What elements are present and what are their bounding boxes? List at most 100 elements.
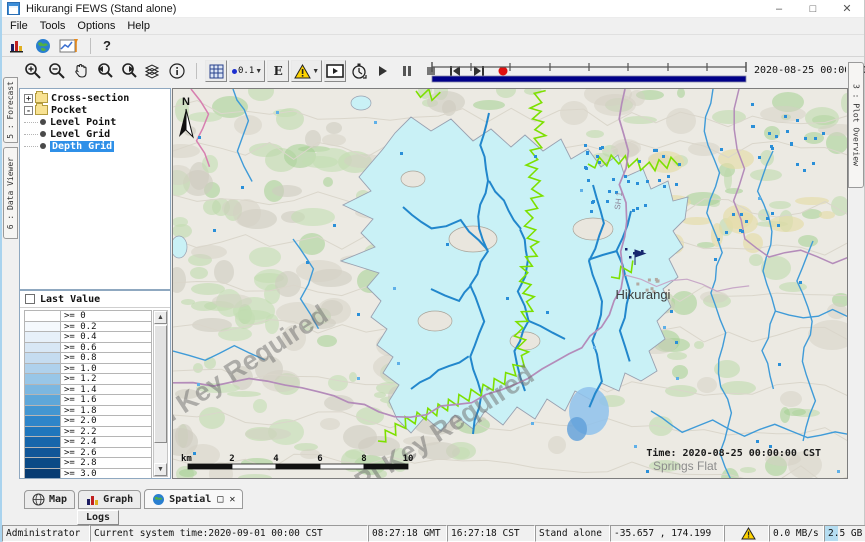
main-toolbar: ? — [2, 35, 864, 57]
legend-swatch — [25, 311, 61, 321]
tree-item-cross-section[interactable]: + Cross-section — [24, 92, 170, 104]
tree-item-label: Level Grid — [50, 129, 110, 140]
zoom-next-icon[interactable] — [118, 60, 140, 82]
legend-row: >= 1.0 — [25, 364, 152, 375]
zoom-previous-icon[interactable] — [94, 60, 116, 82]
menu-options[interactable]: Options — [73, 20, 123, 32]
thresholds-warning-dropdown[interactable]: ▼ — [291, 60, 322, 82]
legend-swatch — [25, 364, 61, 374]
scale-tick: 10 — [403, 454, 414, 464]
classbreak-interval-dropdown[interactable]: 0.1 ▼ — [229, 60, 265, 82]
legend-row: >= 3.0 — [25, 469, 152, 479]
animation-export-button[interactable] — [324, 60, 346, 82]
legend-swatch — [25, 469, 61, 479]
database-viewer-icon[interactable] — [6, 37, 28, 55]
tree-expander-icon[interactable]: + — [24, 94, 33, 103]
legend-scrollbar[interactable]: ▲ ▼ — [153, 310, 168, 477]
bar-chart-icon — [86, 494, 99, 506]
status-system-time: Current system time:2020-09-01 00:00 CST — [90, 525, 368, 542]
legend-table: >= 0>= 0.2>= 0.4>= 0.6>= 0.8>= 1.0>= 1.2… — [24, 310, 152, 478]
tab-plot-overview[interactable]: 3 : Plot Overview — [848, 62, 864, 188]
timer-icon[interactable] — [348, 60, 370, 82]
tab-forecast[interactable]: 5 : Forecast — [3, 77, 18, 143]
legend-swatch — [25, 437, 61, 447]
legend-row: >= 2.6 — [25, 448, 152, 459]
map-view[interactable]: API Key Required API Key Required N Hiku… — [172, 88, 848, 479]
layers-icon[interactable] — [142, 60, 164, 82]
status-memory[interactable]: 2.5 GB — [824, 525, 865, 542]
tree-guide-line — [24, 134, 38, 135]
tab-map[interactable]: Map — [24, 490, 75, 509]
profile-button[interactable]: E — [267, 60, 289, 82]
scroll-up-icon[interactable]: ▲ — [154, 311, 167, 324]
logs-row: Logs — [2, 509, 864, 525]
pan-hand-icon[interactable] — [70, 60, 92, 82]
node-bullet-icon — [40, 131, 46, 137]
legend-row: >= 0.4 — [25, 332, 152, 343]
legend-label: >= 3.0 — [61, 469, 152, 479]
chevron-down-icon: ▼ — [255, 68, 262, 75]
legend-label: >= 2.6 — [61, 448, 152, 458]
window-title: Hikurangi FEWS (Stand alone) — [26, 3, 176, 15]
warning-triangle-icon — [294, 64, 311, 79]
tree-item-label: Cross-section — [51, 93, 129, 104]
legend-row: >= 0 — [25, 311, 152, 322]
globe-explorer-icon[interactable] — [32, 37, 54, 55]
legend-label: >= 1.4 — [61, 385, 152, 395]
scrollbar-thumb[interactable] — [154, 325, 167, 443]
tree-expander-icon[interactable]: - — [24, 106, 33, 115]
menu-help[interactable]: Help — [123, 20, 158, 32]
zoom-in-icon[interactable] — [22, 60, 44, 82]
menu-tools[interactable]: Tools — [36, 20, 74, 32]
legend-swatch — [25, 458, 61, 468]
status-mode: Stand alone — [535, 525, 610, 542]
play-button[interactable] — [372, 60, 394, 82]
last-value-checkbox[interactable] — [25, 294, 35, 304]
legend-row: >= 0.8 — [25, 353, 152, 364]
scroll-down-icon[interactable]: ▼ — [154, 463, 167, 476]
time-slider[interactable] — [430, 61, 748, 84]
minimize-button[interactable]: – — [762, 0, 796, 18]
legend-swatch — [25, 395, 61, 405]
maximize-button[interactable]: □ — [796, 0, 830, 18]
tree-item-pocket[interactable]: -Pocket — [24, 104, 170, 116]
logs-button[interactable]: Logs — [77, 510, 119, 525]
town-label: Hikurangi — [616, 287, 671, 302]
grid-display-button[interactable] — [205, 60, 227, 82]
legend-label: >= 1.6 — [61, 395, 152, 405]
status-warning-icon — [741, 527, 756, 540]
tab-maximize-icon[interactable]: □ — [217, 494, 223, 505]
tree-item-depth-grid[interactable]: Depth Grid — [24, 140, 170, 152]
status-download-rate: 0.0 MB/s — [769, 525, 824, 542]
legend-row: >= 0.6 — [25, 343, 152, 354]
view-tab-bar: Map Graph Spatial □ ✕ — [2, 489, 864, 509]
tab-data-viewer[interactable]: 6 : Data Viewer — [3, 147, 18, 239]
legend-row: >= 2.0 — [25, 416, 152, 427]
legend-label: >= 2.8 — [61, 458, 152, 468]
tab-graph[interactable]: Graph — [78, 490, 141, 509]
tab-spatial[interactable]: Spatial □ ✕ — [144, 489, 243, 509]
tree-item-level-point[interactable]: Level Point — [24, 116, 170, 128]
pause-button[interactable] — [396, 60, 418, 82]
legend-swatch — [25, 374, 61, 384]
globe-wire-icon — [32, 493, 45, 506]
tree-item-level-grid[interactable]: Level Grid — [24, 128, 170, 140]
menu-file[interactable]: File — [6, 20, 36, 32]
help-button[interactable]: ? — [97, 38, 117, 53]
application-window: Hikurangi FEWS (Stand alone) – □ ✕ File … — [0, 0, 865, 542]
timeseries-chart-icon[interactable] — [58, 37, 80, 55]
tab-map-label: Map — [49, 494, 67, 505]
legend-row: >= 1.6 — [25, 395, 152, 406]
map-time-label: Time: 2020-08-25 00:00:00 CST — [646, 447, 821, 459]
legend-label: >= 2.4 — [61, 437, 152, 447]
status-user: Administrator — [2, 525, 90, 542]
tree-item-label: Depth Grid — [50, 141, 114, 152]
tab-close-icon[interactable]: ✕ — [229, 494, 235, 505]
status-warning-cell[interactable] — [724, 525, 769, 542]
tab-graph-label: Graph — [103, 494, 133, 505]
legend-row: >= 2.4 — [25, 437, 152, 448]
info-icon[interactable] — [166, 60, 188, 82]
status-coordinates: -35.657 , 174.199 — [610, 525, 724, 542]
close-button[interactable]: ✕ — [830, 0, 864, 18]
zoom-out-icon[interactable] — [46, 60, 68, 82]
